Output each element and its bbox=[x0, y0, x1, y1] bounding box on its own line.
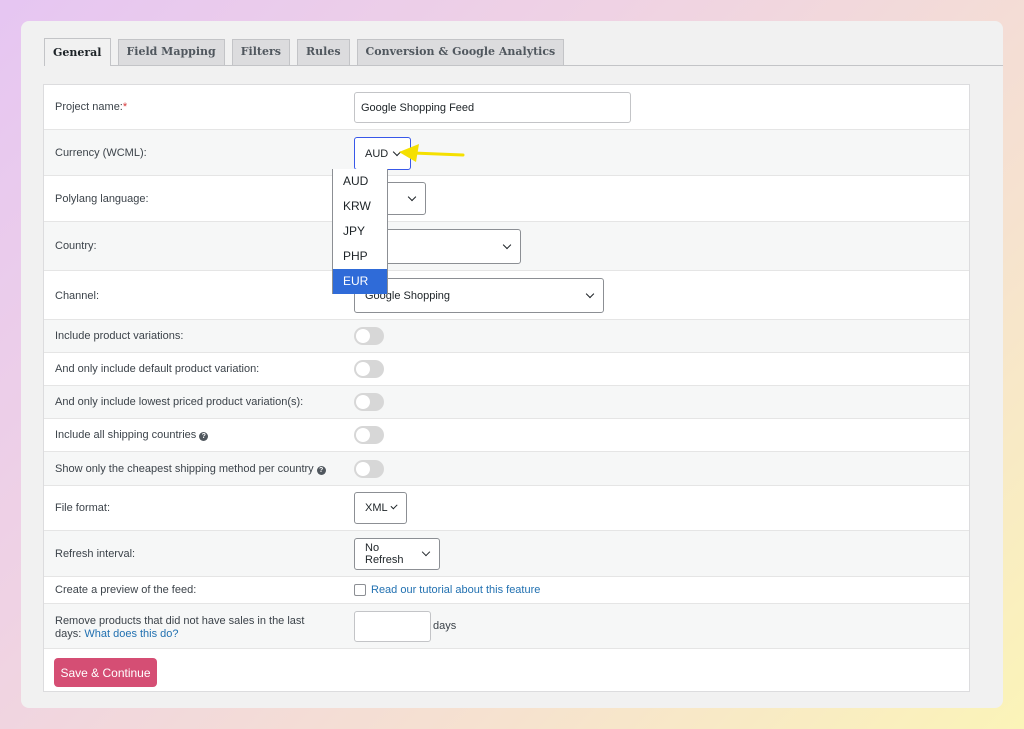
tab-general[interactable]: General bbox=[44, 38, 111, 66]
lowest-variation-label: And only include lowest priced product v… bbox=[55, 396, 304, 408]
row-preview: Create a preview of the feed: Read our t… bbox=[44, 577, 969, 604]
row-channel: Channel: Google Shopping bbox=[44, 271, 969, 320]
row-refresh-interval: Refresh interval: No Refresh bbox=[44, 531, 969, 577]
row-polylang: Polylang language: bbox=[44, 176, 969, 222]
file-format-value: XML bbox=[365, 502, 388, 514]
cheapest-shipping-toggle[interactable] bbox=[354, 460, 384, 478]
tab-field-mapping[interactable]: Field Mapping bbox=[117, 39, 225, 65]
row-currency: Currency (WCML): AUD bbox=[44, 130, 969, 176]
variations-toggle[interactable] bbox=[354, 327, 384, 345]
currency-option-krw[interactable]: KRW bbox=[333, 194, 387, 219]
currency-option-aud[interactable]: AUD bbox=[333, 169, 387, 194]
arrow-left-icon bbox=[399, 144, 465, 162]
currency-option-jpy[interactable]: JPY bbox=[333, 219, 387, 244]
preview-label: Create a preview of the feed: bbox=[55, 584, 197, 596]
row-default-variation: And only include default product variati… bbox=[44, 353, 969, 386]
refresh-interval-label: Refresh interval: bbox=[55, 548, 136, 560]
chevron-down-icon bbox=[407, 192, 417, 201]
lowest-variation-toggle[interactable] bbox=[354, 393, 384, 411]
variations-label: Include product variations: bbox=[55, 330, 184, 342]
row-country: Country: bbox=[44, 222, 969, 271]
chevron-down-icon bbox=[390, 502, 398, 510]
shipping-countries-label: Include all shipping countries? bbox=[55, 429, 209, 442]
refresh-interval-value: No Refresh bbox=[365, 542, 404, 566]
row-file-format: File format: XML bbox=[44, 486, 969, 531]
help-icon[interactable]: ? bbox=[199, 432, 209, 441]
row-save: Save & Continue bbox=[44, 649, 969, 693]
tab-bar: General Field Mapping Filters Rules Conv… bbox=[44, 38, 1003, 66]
preview-checkbox[interactable] bbox=[354, 584, 366, 596]
what-does-this-do-link[interactable]: What does this do? bbox=[84, 628, 178, 640]
channel-select[interactable]: Google Shopping bbox=[354, 278, 604, 313]
country-label: Country: bbox=[55, 240, 97, 252]
file-format-select[interactable]: XML bbox=[354, 492, 407, 524]
project-name-label: Project name:* bbox=[55, 101, 128, 113]
row-cheapest-shipping: Show only the cheapest shipping method p… bbox=[44, 452, 969, 486]
chevron-down-icon bbox=[585, 289, 595, 298]
currency-dropdown-list: AUD KRW JPY PHP EUR bbox=[332, 169, 388, 294]
remove-products-label: Remove products that did not have sales … bbox=[55, 615, 305, 640]
row-shipping-countries: Include all shipping countries? bbox=[44, 419, 969, 452]
default-variation-toggle[interactable] bbox=[354, 360, 384, 378]
cheapest-shipping-label: Show only the cheapest shipping method p… bbox=[55, 463, 326, 476]
tab-filters[interactable]: Filters bbox=[231, 39, 290, 65]
help-icon[interactable]: ? bbox=[316, 466, 326, 475]
shipping-countries-toggle[interactable] bbox=[354, 426, 384, 444]
tab-rules[interactable]: Rules bbox=[297, 39, 350, 65]
row-project-name: Project name:* Google Shopping Feed bbox=[44, 85, 969, 130]
project-name-input[interactable]: Google Shopping Feed bbox=[354, 92, 631, 123]
file-format-label: File format: bbox=[55, 502, 111, 514]
row-remove-products: Remove products that did not have sales … bbox=[44, 604, 969, 649]
currency-option-eur[interactable]: EUR bbox=[333, 269, 387, 294]
channel-label: Channel: bbox=[55, 290, 100, 302]
tab-conversion-analytics[interactable]: Conversion & Google Analytics bbox=[356, 39, 565, 65]
save-continue-button[interactable]: Save & Continue bbox=[54, 658, 157, 687]
currency-label: Currency (WCML): bbox=[55, 147, 147, 159]
currency-select-value: AUD bbox=[365, 147, 389, 160]
preview-tutorial-link[interactable]: Read our tutorial about this feature bbox=[371, 584, 540, 596]
chevron-down-icon bbox=[502, 240, 512, 249]
settings-table: Project name:* Google Shopping Feed Curr… bbox=[43, 84, 970, 692]
polylang-label: Polylang language: bbox=[55, 193, 149, 205]
refresh-interval-select[interactable]: No Refresh bbox=[354, 538, 440, 570]
remove-products-days-input[interactable] bbox=[354, 611, 431, 642]
days-suffix: days bbox=[433, 620, 457, 632]
chevron-down-icon bbox=[421, 547, 431, 557]
row-variations: Include product variations: bbox=[44, 320, 969, 353]
currency-option-php[interactable]: PHP bbox=[333, 244, 387, 269]
settings-card: General Field Mapping Filters Rules Conv… bbox=[21, 21, 1003, 708]
row-lowest-variation: And only include lowest priced product v… bbox=[44, 386, 969, 419]
default-variation-label: And only include default product variati… bbox=[55, 363, 260, 375]
